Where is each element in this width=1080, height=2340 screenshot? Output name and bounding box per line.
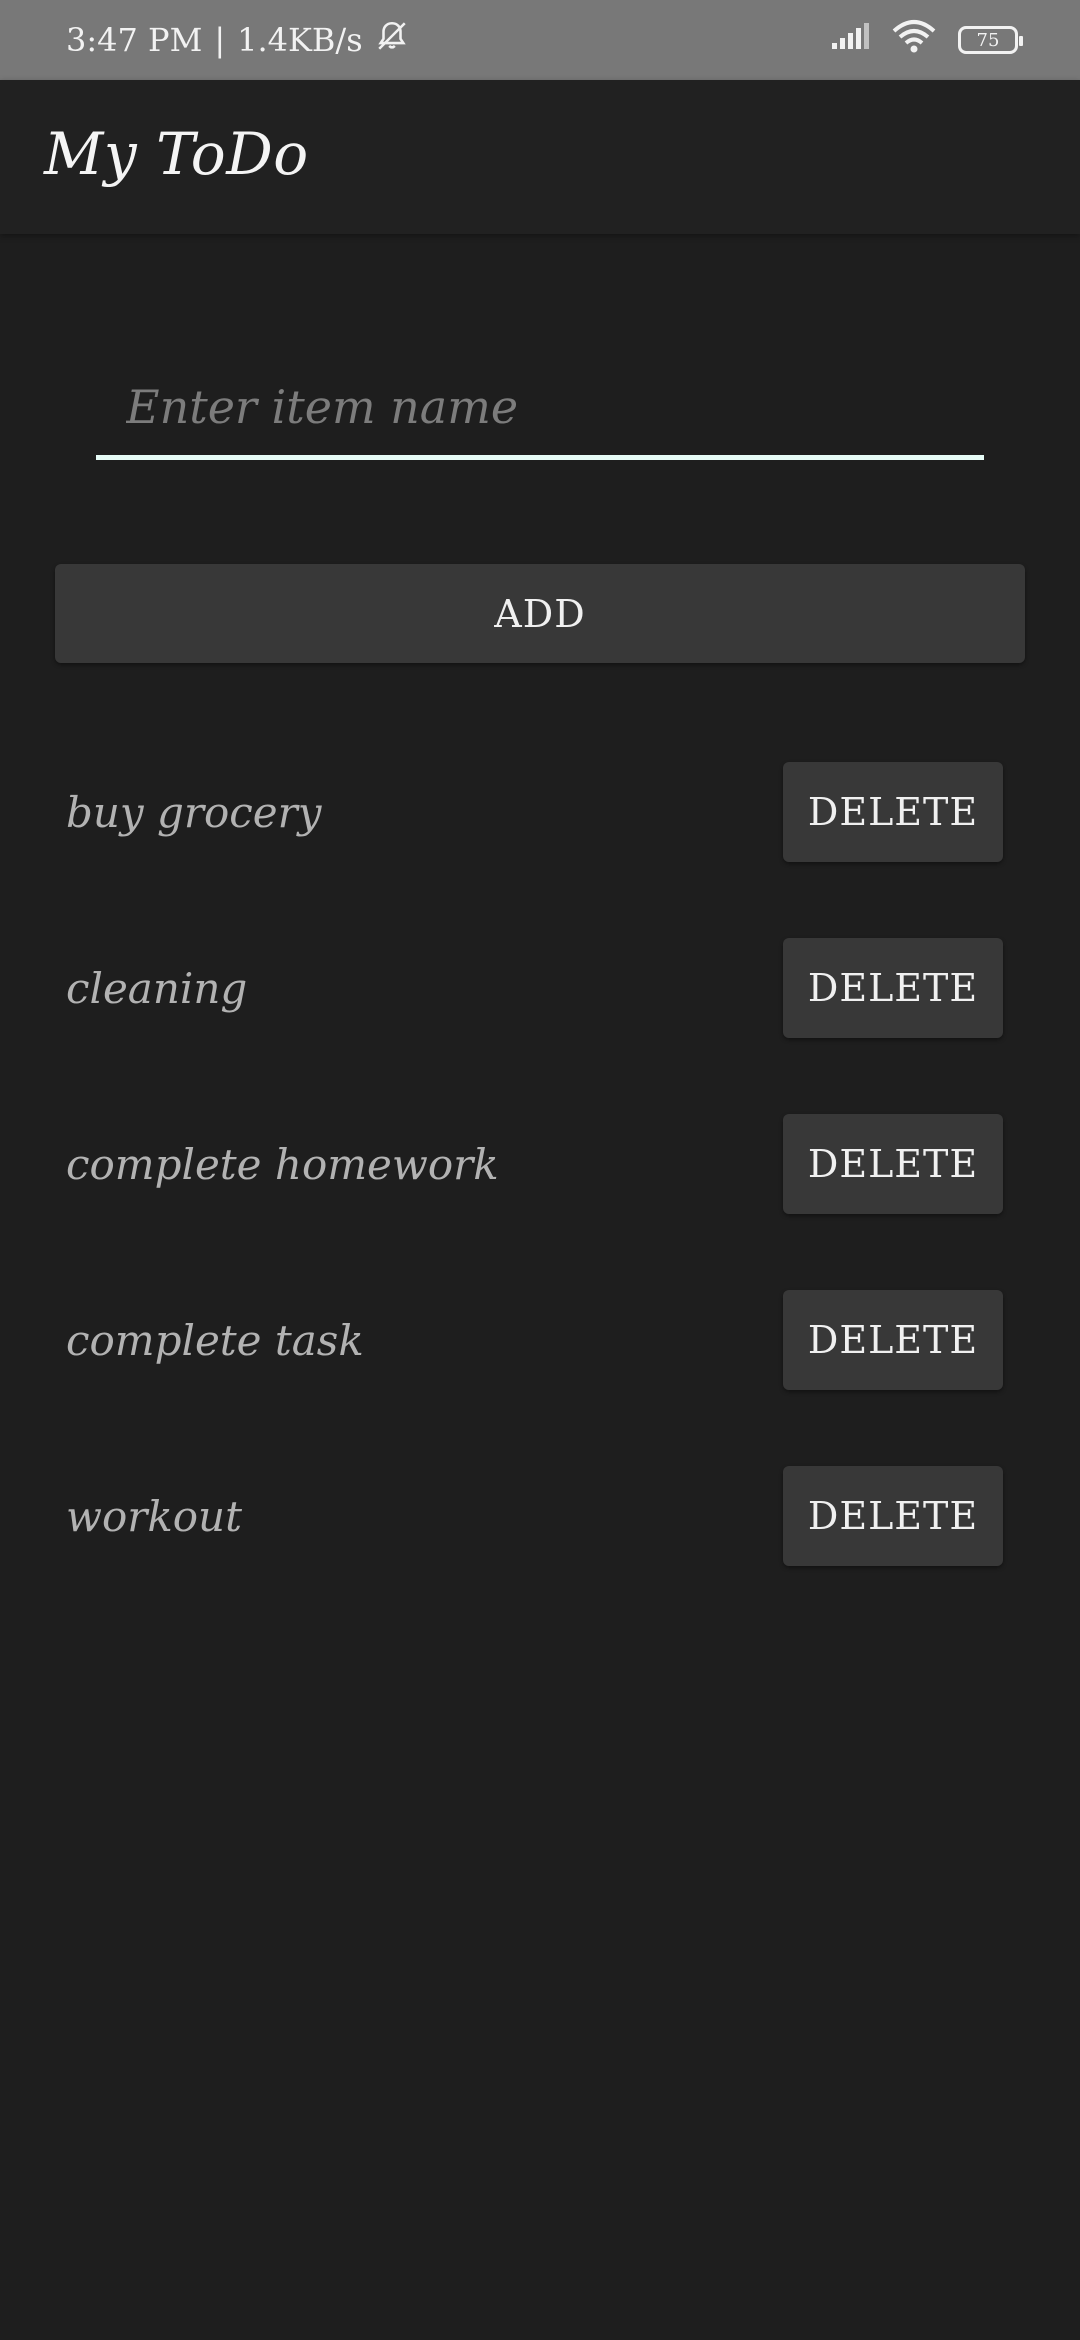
signal-icon bbox=[830, 21, 870, 59]
app-bar: My ToDo bbox=[0, 80, 1080, 234]
list-item-label: complete homework bbox=[66, 1139, 499, 1189]
list-item-label: buy grocery bbox=[66, 787, 322, 837]
item-name-field bbox=[96, 362, 984, 460]
battery-level: 75 bbox=[976, 29, 1000, 51]
add-button[interactable]: ADD bbox=[55, 564, 1025, 663]
todo-list: buy grocery DELETE cleaning DELETE compl… bbox=[0, 762, 1080, 1642]
status-time: 3:47 PM bbox=[66, 21, 203, 59]
list-item-label: cleaning bbox=[66, 963, 248, 1013]
list-item: cleaning DELETE bbox=[0, 938, 1080, 1114]
status-bar: 3:47 PM | 1.4KB/s 75 bbox=[0, 0, 1080, 80]
app-title: My ToDo bbox=[44, 120, 309, 188]
list-item: complete homework DELETE bbox=[0, 1114, 1080, 1290]
list-item: workout DELETE bbox=[0, 1466, 1080, 1642]
input-underline bbox=[96, 455, 984, 460]
list-item-label: complete task bbox=[66, 1315, 364, 1365]
status-right: 75 bbox=[830, 0, 1023, 80]
list-item-label: workout bbox=[66, 1491, 242, 1541]
list-item: complete task DELETE bbox=[0, 1290, 1080, 1466]
item-name-input[interactable] bbox=[96, 362, 984, 452]
battery-icon: 75 bbox=[958, 26, 1023, 54]
status-separator: | bbox=[214, 21, 226, 59]
delete-button[interactable]: DELETE bbox=[783, 1114, 1003, 1214]
delete-button[interactable]: DELETE bbox=[783, 1290, 1003, 1390]
delete-button[interactable]: DELETE bbox=[783, 1466, 1003, 1566]
status-left: 3:47 PM | 1.4KB/s bbox=[66, 0, 409, 80]
delete-button[interactable]: DELETE bbox=[783, 762, 1003, 862]
wifi-icon bbox=[892, 19, 936, 61]
status-network-speed: 1.4KB/s bbox=[237, 21, 363, 59]
bell-off-icon bbox=[375, 19, 409, 61]
delete-button[interactable]: DELETE bbox=[783, 938, 1003, 1038]
list-item: buy grocery DELETE bbox=[0, 762, 1080, 938]
